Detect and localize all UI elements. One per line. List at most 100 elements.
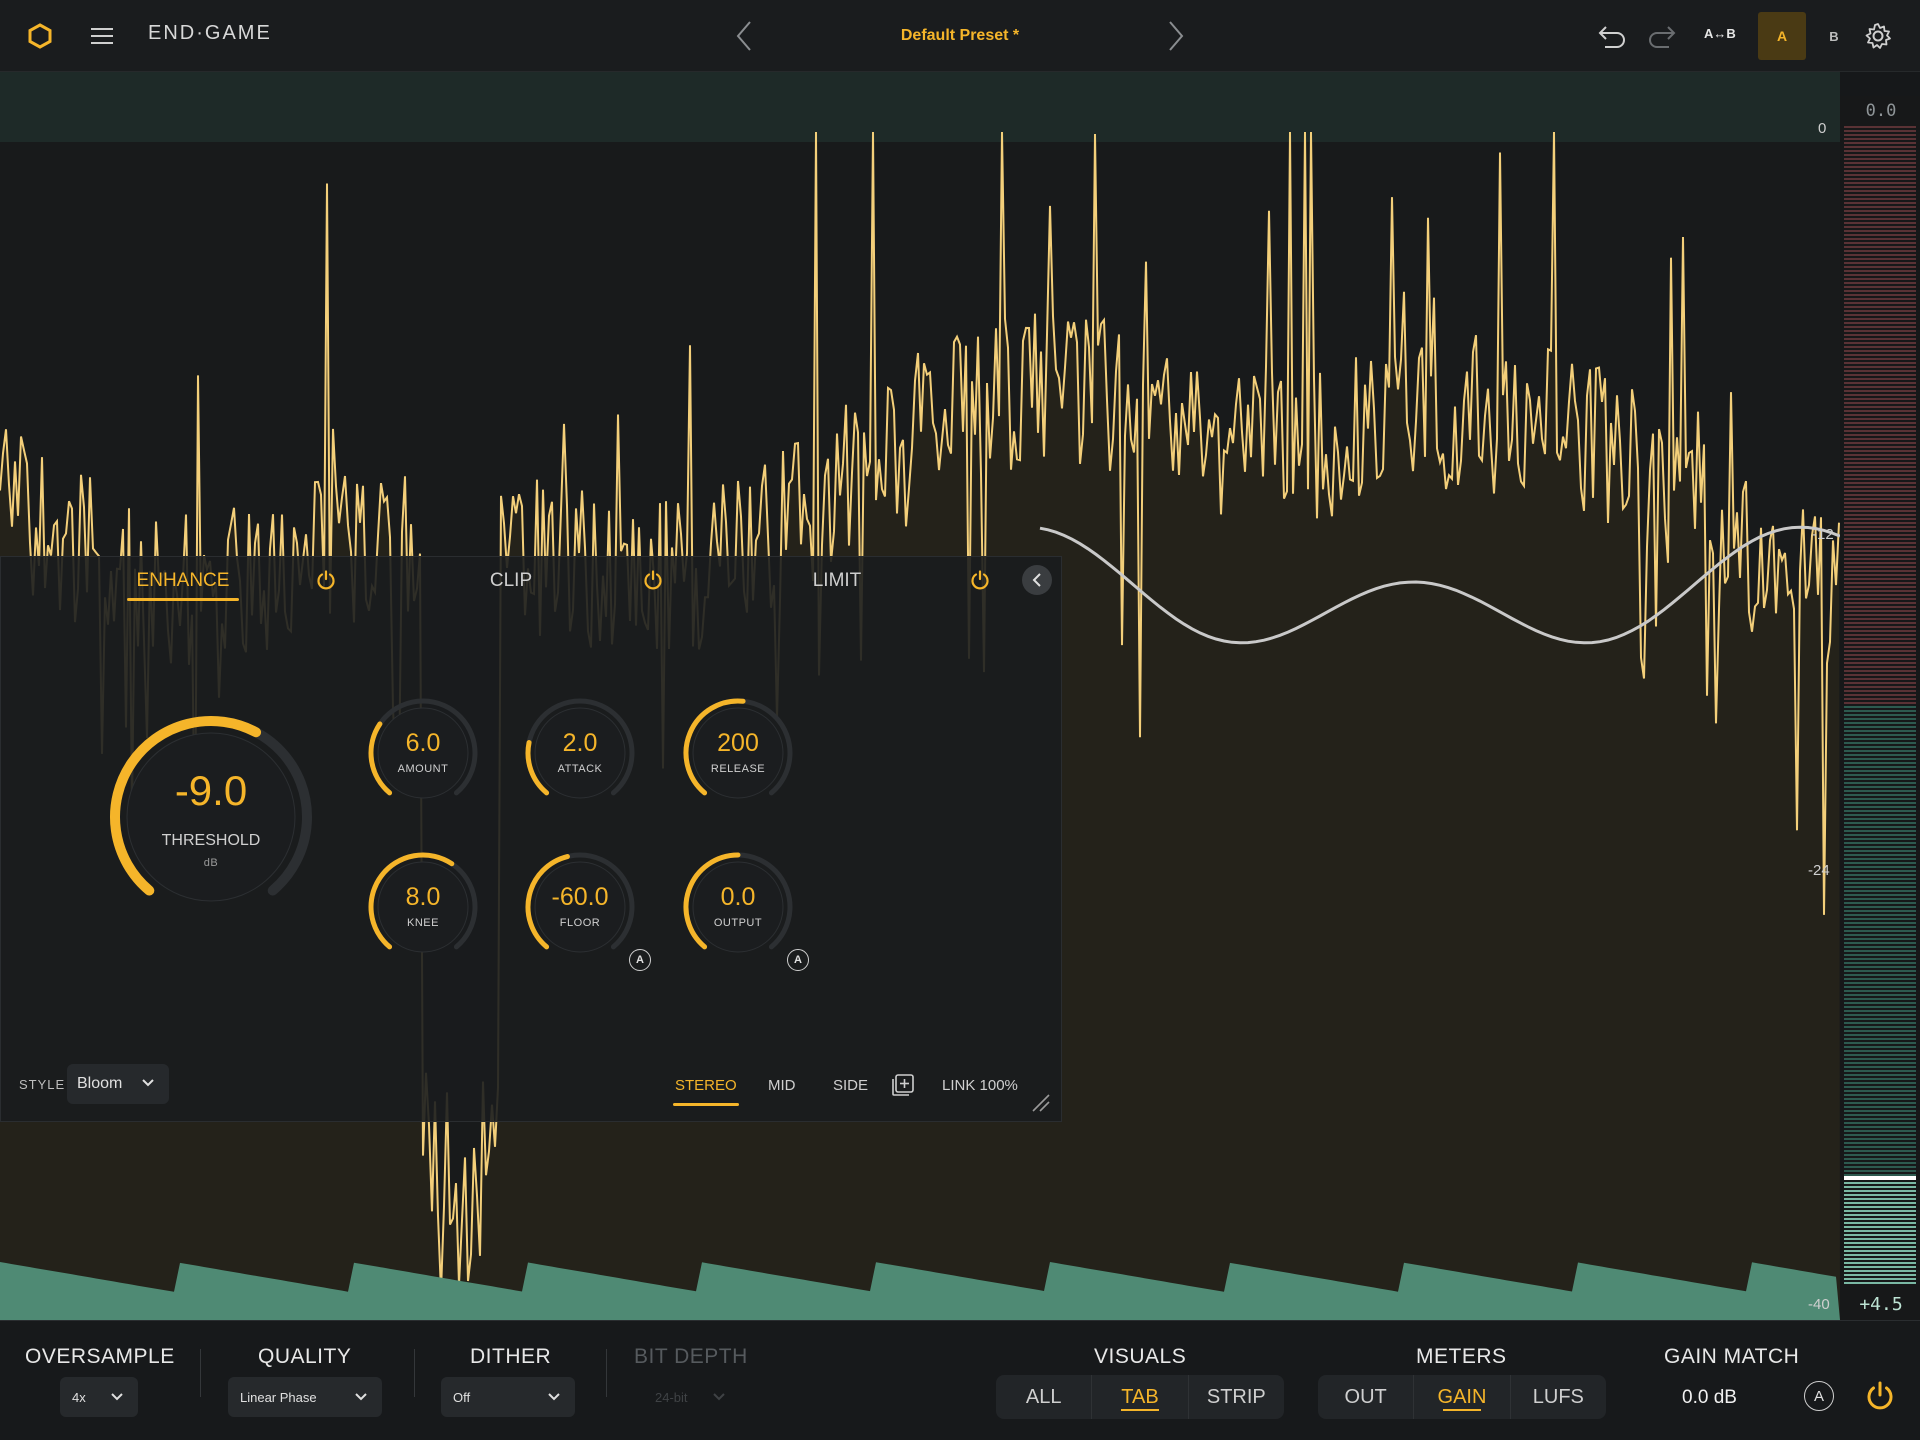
app-title: END·GAME — [148, 22, 272, 44]
limit-power-icon[interactable] — [969, 569, 991, 591]
meter-segment — [1844, 974, 1916, 976]
tab-clip[interactable]: CLIP — [461, 557, 561, 605]
mode-side[interactable]: SIDE — [833, 1077, 868, 1094]
clip-power-icon[interactable] — [642, 569, 664, 591]
meter-segment — [1844, 850, 1916, 852]
knee-knob[interactable]: 8.0 KNEE — [363, 847, 483, 967]
meter-segment — [1844, 426, 1916, 428]
link-amount[interactable]: LINK 100% — [942, 1077, 1018, 1094]
meter-segment — [1844, 206, 1916, 208]
output-auto-button[interactable]: A — [787, 949, 809, 971]
meter-segment — [1844, 574, 1916, 576]
visuals-all[interactable]: ALL — [996, 1375, 1093, 1419]
threshold-knob[interactable]: -9.0 THRESHOLD dB — [101, 707, 321, 927]
logo-hexagon-icon[interactable] — [26, 22, 54, 50]
enhance-power-icon[interactable] — [315, 569, 337, 591]
meter-segment — [1844, 422, 1916, 424]
collapse-panel-button[interactable] — [1022, 565, 1052, 595]
meter-segment — [1844, 1126, 1916, 1128]
meter-segment — [1844, 638, 1916, 640]
release-value: 200 — [717, 729, 759, 757]
release-knob[interactable]: 200 RELEASE — [678, 693, 798, 813]
meter-segment — [1844, 614, 1916, 616]
meter-segment — [1844, 166, 1916, 168]
meter-segment — [1844, 994, 1916, 996]
preset-name[interactable]: Default Preset * — [860, 20, 1060, 52]
headroom-band — [0, 72, 1840, 142]
ab-copy-button[interactable]: A↔B — [1704, 26, 1736, 41]
meter-segment — [1844, 418, 1916, 420]
amount-knob[interactable]: 6.0 AMOUNT — [363, 693, 483, 813]
bit-depth-dropdown: 24-bit — [640, 1377, 740, 1417]
meter-segment — [1844, 830, 1916, 832]
meter-segment — [1844, 594, 1916, 596]
chevron-down-icon — [713, 1393, 725, 1401]
b-slot-button[interactable]: B — [1818, 12, 1850, 60]
meters-gain[interactable]: GAIN — [1414, 1375, 1511, 1419]
gain-match-auto-button[interactable]: A — [1804, 1381, 1834, 1411]
style-dropdown[interactable]: Bloom — [67, 1064, 169, 1104]
power-icon[interactable] — [1864, 1379, 1896, 1413]
meter-segment — [1844, 958, 1916, 960]
meter-segment — [1844, 558, 1916, 560]
meter-segment — [1844, 1186, 1916, 1188]
visuals-tab[interactable]: TAB — [1092, 1375, 1189, 1419]
meter-segment — [1844, 706, 1916, 708]
meter-segment — [1844, 770, 1916, 772]
redo-icon[interactable] — [1644, 22, 1678, 50]
meter-segment — [1844, 1026, 1916, 1028]
undo-icon[interactable] — [1596, 22, 1630, 50]
tab-limit[interactable]: LIMIT — [787, 557, 887, 605]
meter-segment — [1844, 1018, 1916, 1020]
add-link-icon[interactable] — [891, 1073, 915, 1097]
meter-segment — [1844, 534, 1916, 536]
meter-segment — [1844, 1074, 1916, 1076]
meter-segment — [1844, 134, 1916, 136]
meter-segment — [1844, 458, 1916, 460]
meter-segment — [1844, 278, 1916, 280]
meter-segment — [1844, 182, 1916, 184]
meter-segment — [1844, 514, 1916, 516]
meter-segment — [1844, 1282, 1916, 1284]
meter-segment — [1844, 1250, 1916, 1252]
meter-segment — [1844, 466, 1916, 468]
a-slot-button[interactable]: A — [1758, 12, 1806, 60]
chevron-right-icon[interactable] — [1162, 18, 1190, 54]
meter-segment — [1844, 250, 1916, 252]
processor-panel: ENHANCE CLIP LIMIT -9.0 THRESHOLD dB 6.0… — [0, 556, 1062, 1122]
mode-mid[interactable]: MID — [768, 1077, 796, 1094]
meter-segment — [1844, 222, 1916, 224]
threshold-value: -9.0 — [174, 767, 248, 814]
mode-stereo[interactable]: STEREO — [675, 1077, 737, 1094]
knob-body — [126, 732, 296, 902]
quality-dropdown[interactable]: Linear Phase — [228, 1377, 382, 1417]
oversample-dropdown[interactable]: 4x — [60, 1377, 138, 1417]
menu-icon[interactable] — [88, 22, 116, 50]
floor-auto-button[interactable]: A — [629, 949, 651, 971]
meter-segment — [1844, 790, 1916, 792]
chevron-left-icon[interactable] — [730, 18, 758, 54]
meter-segment — [1844, 1226, 1916, 1228]
meter-segment — [1844, 274, 1916, 276]
gear-icon[interactable] — [1862, 20, 1894, 52]
output-label: OUTPUT — [713, 917, 763, 929]
meter-segment — [1844, 1158, 1916, 1160]
floor-knob[interactable]: -60.0 FLOOR — [520, 847, 640, 967]
resize-handle-icon[interactable] — [1029, 1091, 1051, 1113]
meter-segment — [1844, 286, 1916, 288]
attack-knob[interactable]: 2.0 ATTACK — [520, 693, 640, 813]
meter-segment — [1844, 1174, 1916, 1176]
meter-segment — [1844, 730, 1916, 732]
meters-out[interactable]: OUT — [1318, 1375, 1415, 1419]
meters-lufs[interactable]: LUFS — [1511, 1375, 1606, 1419]
dither-dropdown[interactable]: Off — [441, 1377, 575, 1417]
top-bar: END·GAME Default Preset * A↔B A B — [0, 0, 1920, 72]
meter-segment — [1844, 906, 1916, 908]
meter-segment — [1844, 446, 1916, 448]
meter-segment — [1844, 154, 1916, 156]
meter-segment — [1844, 742, 1916, 744]
output-knob[interactable]: 0.0 OUTPUT — [678, 847, 798, 967]
meter-segment — [1844, 1046, 1916, 1048]
visuals-strip[interactable]: STRIP — [1189, 1375, 1284, 1419]
meter-segment — [1844, 1090, 1916, 1092]
